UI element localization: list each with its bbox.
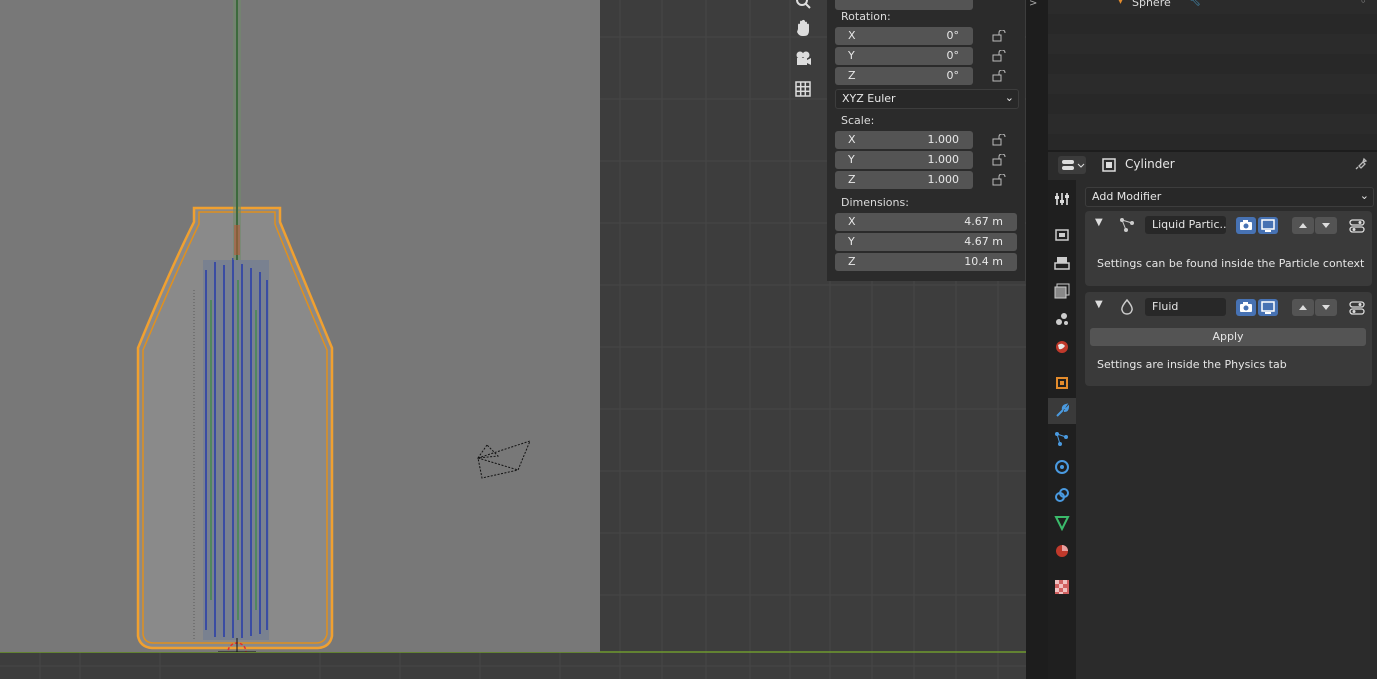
modifier-info-text: Settings are inside the Physics tab [1097, 358, 1287, 371]
bottle-scene [136, 0, 531, 666]
modifier-options-icon[interactable] [1349, 301, 1365, 315]
sidebar-transform-panel: Rotation: X 0° Y 0° Z 0° XYZ Euler ⌄ Scale:… [827, 0, 1025, 281]
collapse-arrow-icon[interactable]: ▼ [1095, 299, 1103, 310]
modifier-name-field[interactable]: Fluid [1145, 298, 1226, 316]
lock-icon[interactable] [992, 70, 1006, 82]
dimension-z-field[interactable]: Z 10.4 m [835, 253, 1017, 271]
outliner-row-empty [1048, 14, 1377, 34]
camera-view-icon[interactable] [790, 46, 816, 72]
modifier-panel-fluid: ▼ Fluid Apply Settings are inside the Ph… [1085, 292, 1372, 386]
modifier-wrench-tab-icon[interactable] [1048, 398, 1076, 424]
view-layer-tab-icon[interactable] [1048, 278, 1076, 304]
render-toggle-camera-icon[interactable] [1236, 299, 1256, 316]
render-toggle-camera-icon[interactable] [1236, 217, 1256, 234]
dimensions-label: Dimensions: [841, 196, 909, 209]
outliner-row-empty [1048, 74, 1377, 94]
tool-tab-icon[interactable] [1048, 186, 1076, 212]
object-name: Cylinder [1125, 157, 1175, 171]
add-modifier-dropdown[interactable]: Add Modifier ⌄ [1085, 187, 1374, 207]
move-down-arrow-icon[interactable] [1315, 299, 1337, 316]
modifier-options-icon[interactable] [1349, 219, 1365, 233]
fluid-drop-icon [1121, 299, 1133, 315]
lock-icon[interactable] [992, 50, 1006, 62]
constraints-tab-icon[interactable] [1048, 482, 1076, 508]
visibility-eye-icon[interactable]: ◦ [1360, 0, 1367, 8]
viewport-toggle-monitor-icon[interactable] [1258, 299, 1278, 316]
modifier-info-text: Settings can be found inside the Particl… [1097, 257, 1365, 270]
lock-icon[interactable] [992, 134, 1006, 146]
modifier-name-field[interactable]: Liquid Partic.. [1145, 216, 1227, 234]
grid-ortho-icon[interactable] [790, 76, 816, 102]
outliner: ▾ Sphere 🔧︎ ◦ [1048, 0, 1377, 150]
object-tab-icon[interactable] [1048, 370, 1076, 396]
camera-view-area [0, 0, 600, 666]
collapse-arrow-icon[interactable]: ▼ [1095, 217, 1103, 228]
move-up-arrow-icon[interactable] [1292, 299, 1314, 316]
outliner-row-sphere[interactable]: ▾ Sphere 🔧︎ ◦ [1048, 0, 1377, 14]
render-tab-icon[interactable] [1048, 222, 1076, 248]
material-tab-icon[interactable] [1048, 538, 1076, 564]
viewport-toggle-monitor-icon[interactable] [1258, 217, 1278, 234]
rotation-x-field[interactable]: X 0° [835, 27, 973, 45]
expand-arrow-icon[interactable]: > [1029, 0, 1037, 9]
chevron-down-icon: ⌄ [1004, 91, 1014, 104]
rotation-y-field[interactable]: Y 0° [835, 47, 973, 65]
dimension-x-field[interactable]: X 4.67 m [835, 213, 1017, 231]
rotation-mode-dropdown[interactable]: XYZ Euler ⌄ [835, 89, 1019, 109]
scale-y-field[interactable]: Y 1.000 [835, 151, 973, 169]
data-mesh-tab-icon[interactable] [1048, 510, 1076, 536]
outliner-row-empty [1048, 34, 1377, 54]
rotation-z-field[interactable]: Z 0° [835, 67, 973, 85]
outliner-row-empty [1048, 54, 1377, 74]
move-down-arrow-icon[interactable] [1315, 217, 1337, 234]
modifier-wrench-icon: 🔧︎ [1188, 0, 1201, 7]
lock-icon[interactable] [992, 30, 1006, 42]
particles-tab-icon[interactable] [1048, 426, 1076, 452]
object-icon: ▾ [1118, 0, 1124, 7]
outliner-row-empty [1048, 114, 1377, 134]
dimension-y-field[interactable]: Y 4.67 m [835, 233, 1017, 251]
particle-system-icon [1120, 218, 1134, 232]
output-tab-icon[interactable] [1048, 250, 1076, 276]
world-tab-icon[interactable] [1048, 334, 1076, 360]
outliner-row-empty [1048, 94, 1377, 114]
properties-tabs [1048, 180, 1076, 679]
object-square-icon [1102, 158, 1116, 172]
texture-tab-icon[interactable] [1048, 574, 1076, 600]
lock-icon[interactable] [992, 154, 1006, 166]
scale-z-field[interactable]: Z 1.000 [835, 171, 973, 189]
apply-button[interactable]: Apply [1090, 328, 1366, 346]
physics-tab-icon[interactable] [1048, 454, 1076, 480]
lock-icon[interactable] [992, 174, 1006, 186]
hand-pan-icon[interactable] [790, 15, 816, 41]
pin-icon[interactable] [1354, 157, 1368, 171]
scale-label: Scale: [841, 114, 875, 127]
location-z-field[interactable] [835, 0, 973, 10]
modifier-panel-liquid-particles: ▼ Liquid Partic.. Settings can be found … [1085, 211, 1372, 286]
scene-tab-icon[interactable] [1048, 306, 1076, 332]
scale-x-field[interactable]: X 1.000 [835, 131, 973, 149]
move-up-arrow-icon[interactable] [1292, 217, 1314, 234]
area-separator[interactable]: > [1026, 0, 1048, 679]
rotation-label: Rotation: [841, 10, 891, 23]
chevron-down-icon: ⌄ [1359, 189, 1369, 202]
editor-type-dropdown[interactable] [1058, 156, 1086, 174]
